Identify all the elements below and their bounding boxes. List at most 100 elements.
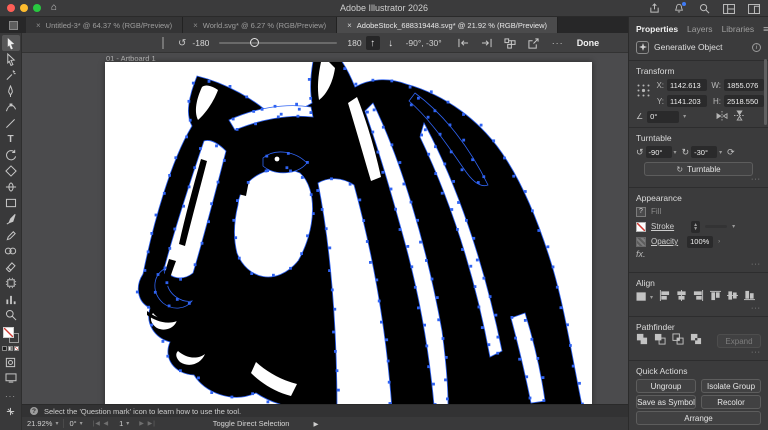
- panel-scrollbar[interactable]: [764, 59, 767, 125]
- turntable-yaw-select[interactable]: -90°: [646, 146, 672, 158]
- expand-button[interactable]: Expand: [717, 334, 761, 348]
- align-left-edge-icon[interactable]: [458, 38, 469, 48]
- align-to-dropdown[interactable]: ▾: [636, 291, 653, 303]
- pen-tool[interactable]: [2, 83, 20, 99]
- rotation-slider[interactable]: [219, 42, 337, 44]
- stroke-weight-field[interactable]: [705, 225, 727, 228]
- draw-mode-icon[interactable]: [2, 354, 20, 370]
- tab-world-svg[interactable]: × World.svg* @ 6.27 % (RGB/Preview): [183, 17, 337, 33]
- w-field[interactable]: 1855.076: [724, 79, 764, 91]
- chevron-down-icon[interactable]: ▾: [732, 223, 735, 230]
- artboard[interactable]: [105, 62, 592, 404]
- align-bottom-icon[interactable]: [744, 288, 755, 306]
- status-expand-icon[interactable]: ▶: [313, 420, 318, 428]
- horse-artwork[interactable]: [105, 62, 592, 404]
- opacity-swatch-icon[interactable]: [636, 237, 646, 247]
- turntable-reset-icon[interactable]: ⟳: [727, 147, 735, 158]
- paintbrush-tool[interactable]: [2, 211, 20, 227]
- isolate-group-button[interactable]: Isolate Group: [701, 379, 761, 393]
- done-button[interactable]: Done: [577, 38, 600, 48]
- chevron-down-icon[interactable]: ▾: [683, 113, 686, 120]
- toolbar-grip-handle[interactable]: [162, 37, 164, 49]
- close-tab-icon[interactable]: ×: [36, 21, 41, 30]
- none-swatch-icon[interactable]: [14, 346, 19, 351]
- ungroup-button[interactable]: Ungroup: [636, 379, 696, 393]
- rotation-angle-select[interactable]: 0°: [647, 111, 679, 123]
- info-icon[interactable]: i: [752, 43, 761, 52]
- y-field[interactable]: 1141.203: [667, 95, 707, 107]
- zoom-window-button[interactable]: [33, 4, 41, 12]
- last-artboard-nav-icon[interactable]: ▶ ▶|: [134, 417, 160, 430]
- pathfinder-minus-front-icon[interactable]: [654, 332, 666, 350]
- first-artboard-nav-icon[interactable]: |◀ ◀: [88, 417, 114, 430]
- screen-mode-icon[interactable]: [2, 370, 20, 386]
- opacity-label[interactable]: Opacity: [651, 237, 678, 246]
- pathfinder-unite-icon[interactable]: [636, 332, 648, 350]
- rotation-select[interactable]: 0° ▾: [64, 417, 87, 430]
- stroke-none-swatch[interactable]: [636, 222, 646, 232]
- toolbar-more-icon[interactable]: ···: [5, 392, 16, 401]
- type-tool[interactable]: T: [2, 131, 20, 147]
- arrange-button[interactable]: Arrange: [636, 411, 761, 425]
- close-tab-icon[interactable]: ×: [193, 21, 198, 30]
- share-icon[interactable]: [648, 3, 660, 15]
- chevron-right-icon[interactable]: ›: [718, 239, 720, 245]
- fill-swatch-none[interactable]: [3, 327, 14, 338]
- tab-untitled-3[interactable]: × Untitled-3* @ 64.37 % (RGB/Preview): [26, 17, 183, 33]
- color-swatch-icon[interactable]: [2, 346, 7, 351]
- zoom-level-select[interactable]: 21.92% ▾: [22, 417, 63, 430]
- width-tool[interactable]: [2, 179, 20, 195]
- close-window-button[interactable]: [7, 4, 15, 12]
- artboard-number-select[interactable]: 1 ▾: [114, 417, 134, 430]
- pathfinder-intersect-icon[interactable]: [672, 332, 684, 350]
- align-center-icon[interactable]: [676, 288, 687, 306]
- stroke-weight-stepper[interactable]: ▲▼: [691, 221, 700, 233]
- align-more-icon[interactable]: ···: [636, 305, 761, 313]
- turntable-more-icon[interactable]: ···: [636, 176, 761, 184]
- save-as-symbol-button[interactable]: Save as Symbol: [636, 395, 696, 409]
- question-mark-icon[interactable]: ?: [30, 407, 38, 415]
- turntable-pitch-select[interactable]: -30°: [691, 146, 717, 158]
- h-field[interactable]: 2518.550: [724, 95, 764, 107]
- align-middle-icon[interactable]: [727, 288, 738, 306]
- notifications-icon[interactable]: [673, 3, 685, 15]
- line-segment-tool[interactable]: [2, 115, 20, 131]
- tab-libraries[interactable]: Libraries: [722, 24, 755, 34]
- pathfinder-exclude-icon[interactable]: [690, 332, 702, 350]
- fill-stroke-control[interactable]: [3, 327, 19, 343]
- opacity-field[interactable]: 100%: [687, 236, 713, 248]
- node-graph-icon[interactable]: [504, 38, 516, 49]
- home-icon[interactable]: ⌂: [51, 3, 57, 13]
- align-right-edge-icon[interactable]: [481, 38, 492, 48]
- canvas-area[interactable]: 01 - Artboard 1: [22, 53, 628, 404]
- curvature-tool[interactable]: [2, 99, 20, 115]
- tab-adobestock-svg[interactable]: × AdobeStock_688319448.svg* @ 21.92 % (R…: [337, 17, 558, 33]
- rotation-slider-handle[interactable]: [250, 38, 259, 47]
- selection-tool[interactable]: [2, 35, 20, 51]
- flip-horizontal-icon[interactable]: [716, 108, 728, 126]
- chevron-down-icon[interactable]: ▾: [674, 149, 677, 156]
- status-tool-label[interactable]: Toggle Direct Selection: [213, 419, 290, 428]
- x-field[interactable]: 1142.613: [667, 79, 707, 91]
- pencil-tool[interactable]: [2, 227, 20, 243]
- appearance-more-icon[interactable]: ···: [636, 261, 761, 269]
- tab-layers[interactable]: Layers: [687, 24, 713, 34]
- eraser-tool[interactable]: [2, 259, 20, 275]
- align-right-icon[interactable]: [693, 288, 704, 306]
- rectangle-tool[interactable]: [2, 195, 20, 211]
- more-options-icon[interactable]: ···: [552, 38, 564, 48]
- align-top-icon[interactable]: [710, 288, 721, 306]
- close-tab-icon[interactable]: ×: [347, 21, 352, 30]
- tab-properties[interactable]: Properties: [636, 24, 678, 34]
- reference-point-grid[interactable]: [636, 83, 651, 98]
- workspace-icon[interactable]: [723, 3, 735, 15]
- flip-vertical-icon[interactable]: [734, 108, 745, 126]
- minimize-window-button[interactable]: [20, 4, 28, 12]
- rotate-up-button[interactable]: ↑: [366, 36, 380, 50]
- angle-presets-label[interactable]: -90°, -30°: [406, 38, 442, 48]
- search-icon[interactable]: [698, 3, 710, 15]
- align-left-icon[interactable]: [659, 288, 670, 306]
- rotate-tool[interactable]: [2, 147, 20, 163]
- gradient-swatch-icon[interactable]: [8, 346, 13, 351]
- pathfinder-more-icon[interactable]: ···: [636, 349, 761, 357]
